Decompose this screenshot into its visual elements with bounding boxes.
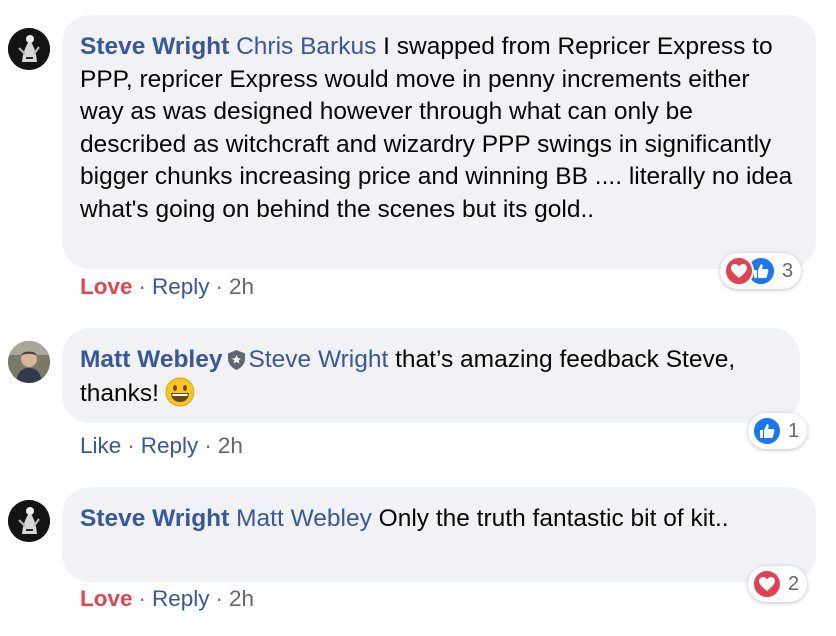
- comment-actions: Like · Reply · 2h: [80, 433, 243, 459]
- timestamp[interactable]: 2h: [229, 274, 254, 299]
- avatar[interactable]: [8, 28, 50, 70]
- separator: ·: [138, 274, 147, 299]
- like-reaction-link[interactable]: Like: [80, 433, 121, 458]
- reply-link[interactable]: Reply: [152, 274, 210, 299]
- love-reaction-link[interactable]: Love: [80, 586, 133, 611]
- love-icon: [752, 569, 782, 599]
- separator: ·: [204, 433, 212, 458]
- reaction-count: 1: [788, 419, 800, 442]
- timestamp[interactable]: 2h: [229, 586, 254, 611]
- comment-bubble: Steve Wright Chris Barkus I swapped from…: [62, 15, 816, 269]
- comment-actions: Love · Reply · 2h: [80, 586, 254, 612]
- comment-bubble: Matt Webley Steve Wright that’s amazing f…: [62, 328, 800, 423]
- reply-link[interactable]: Reply: [152, 586, 210, 611]
- love-reaction-link[interactable]: Love: [80, 274, 133, 299]
- comment-author[interactable]: Matt Webley: [80, 346, 223, 373]
- comment-author[interactable]: Steve Wright: [80, 505, 229, 532]
- reaction-count: 2: [788, 572, 800, 595]
- avatar[interactable]: [8, 341, 50, 383]
- grinning-emoji-icon: [165, 377, 195, 406]
- separator: ·: [127, 433, 135, 458]
- timestamp[interactable]: 2h: [218, 433, 243, 458]
- avatar[interactable]: [8, 500, 50, 542]
- reaction-summary[interactable]: 3: [720, 253, 802, 289]
- like-icon: [752, 416, 782, 446]
- separator: ·: [138, 586, 147, 611]
- mention-link[interactable]: Matt Webley: [236, 505, 372, 532]
- separator: ·: [215, 274, 224, 299]
- comment-text: Only the truth fantastic bit of kit..: [371, 505, 729, 532]
- separator: ·: [215, 586, 224, 611]
- comment-actions: Love · Reply · 2h: [80, 274, 254, 300]
- reaction-count: 3: [782, 259, 794, 282]
- comment-author[interactable]: Steve Wright: [80, 33, 229, 60]
- reply-link[interactable]: Reply: [141, 433, 199, 458]
- comment-bubble: Steve Wright Matt Webley Only the truth …: [62, 487, 816, 582]
- reaction-summary[interactable]: 1: [748, 413, 808, 449]
- reaction-summary[interactable]: 2: [748, 566, 808, 602]
- mention-link[interactable]: Steve Wright: [249, 346, 389, 373]
- mention-link[interactable]: Chris Barkus: [236, 33, 376, 60]
- comment-text: I swapped from Repricer Express to PPP, …: [80, 33, 793, 223]
- admin-shield-icon: [227, 350, 245, 370]
- love-icon: [724, 256, 754, 286]
